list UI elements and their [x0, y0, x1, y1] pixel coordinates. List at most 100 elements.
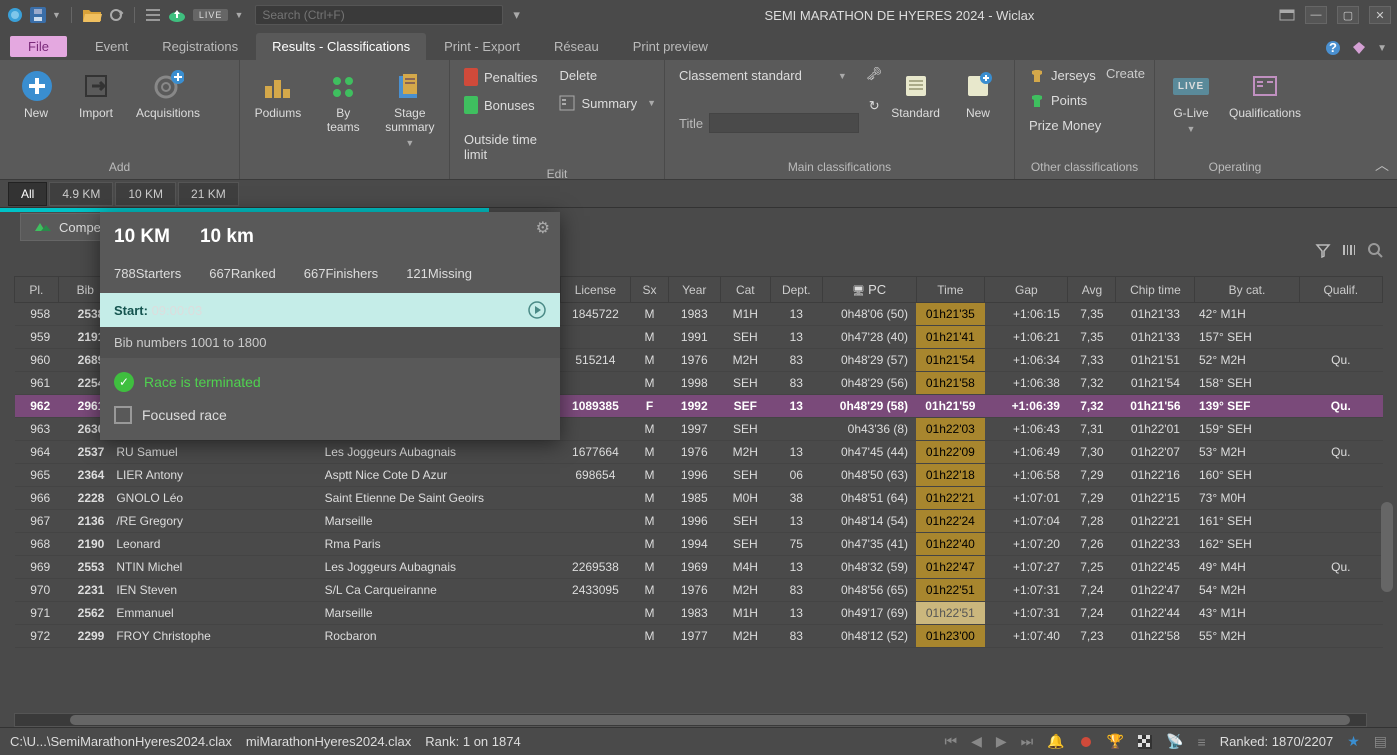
col-bycat[interactable]: By cat.: [1195, 277, 1299, 303]
import-button[interactable]: Import: [70, 66, 122, 124]
classement-dropdown[interactable]: Classement standard▼: [675, 66, 863, 85]
gear-icon[interactable]: ⚙: [536, 218, 550, 238]
list-icon[interactable]: [145, 7, 161, 23]
glive-button[interactable]: LIVE G-Live ▼: [1165, 66, 1217, 138]
col-avg[interactable]: Avg: [1068, 277, 1116, 303]
col-chip[interactable]: Chip time: [1116, 277, 1195, 303]
ribbon-toggle-icon[interactable]: [1279, 9, 1295, 21]
col-sx[interactable]: Sx: [631, 277, 668, 303]
table-row[interactable]: 9652364LIER AntonyAsptt Nice Cote D Azur…: [15, 464, 1383, 487]
horizontal-scrollbar[interactable]: [14, 713, 1367, 727]
table-row[interactable]: 9672136/RE GregoryMarseilleM1996SEH130h4…: [15, 510, 1383, 533]
bonuses-button[interactable]: Bonuses: [460, 94, 541, 116]
col-dept[interactable]: Dept.: [770, 277, 822, 303]
next-icon[interactable]: ▶: [996, 733, 1007, 750]
distance-4-9[interactable]: 4.9 KM: [49, 182, 113, 206]
chevron-down-icon[interactable]: ▼: [1377, 43, 1387, 54]
col-cat[interactable]: Cat: [720, 277, 770, 303]
table-row[interactable]: 9662228GNOLO LéoSaint Etienne De Saint G…: [15, 487, 1383, 510]
filter-icon[interactable]: [1315, 242, 1331, 258]
tab-print-export[interactable]: Print - Export: [428, 33, 536, 60]
minimize-button[interactable]: —: [1305, 6, 1327, 24]
focused-race-checkbox[interactable]: [114, 406, 132, 424]
col-time[interactable]: Time: [916, 277, 985, 303]
col-year[interactable]: Year: [668, 277, 720, 303]
jerseys-button[interactable]: Jerseys: [1025, 66, 1100, 85]
create-button[interactable]: Create: [1106, 66, 1145, 85]
close-button[interactable]: ✕: [1369, 6, 1391, 24]
start-time-row[interactable]: Start: 09:00:03: [100, 293, 560, 327]
col-gap[interactable]: Gap: [985, 277, 1068, 303]
col-license[interactable]: License: [560, 277, 631, 303]
dropdown-icon[interactable]: ▼: [52, 10, 61, 20]
col-pl[interactable]: Pl.: [15, 277, 59, 303]
distance-10[interactable]: 10 KM: [115, 182, 176, 206]
penalties-button[interactable]: Penalties: [460, 66, 541, 88]
collapse-ribbon-icon[interactable]: ︿: [1375, 155, 1389, 175]
lock-icon[interactable]: 🗝: [866, 66, 883, 82]
status-path: C:\U...\SemiMarathonHyeres2024.clax: [10, 734, 232, 749]
summary-button[interactable]: Summary▼: [555, 93, 660, 113]
status-file2: miMarathonHyeres2024.clax: [246, 734, 411, 749]
help-icon[interactable]: ?: [1325, 40, 1341, 56]
table-row[interactable]: 9712562EmmanuelMarseilleM1983M1H130h49'1…: [15, 602, 1383, 625]
table-row[interactable]: 9642537RU SamuelLes Joggeurs Aubagnais16…: [15, 441, 1383, 464]
podiums-button[interactable]: Podiums: [250, 66, 306, 124]
save-icon[interactable]: [30, 7, 46, 23]
popup-race-name: 10 km: [200, 226, 254, 248]
search-input[interactable]: [255, 5, 503, 25]
stage-summary-button[interactable]: Stage summary ▼: [381, 66, 439, 152]
status-more-icon[interactable]: ▤: [1374, 733, 1387, 750]
table-row[interactable]: 9692553NTIN MichelLes Joggeurs Aubagnais…: [15, 556, 1383, 579]
outside-time-button[interactable]: Outside time limit: [460, 130, 541, 164]
prize-money-button[interactable]: Prize Money: [1025, 116, 1105, 135]
prev-icon[interactable]: ◀: [971, 733, 982, 750]
col-pc[interactable]: 🖥 PC: [822, 277, 916, 303]
next-all-icon[interactable]: ⏭: [1021, 733, 1034, 750]
live-badge[interactable]: LIVE: [193, 9, 229, 21]
refresh-icon[interactable]: ↻: [869, 98, 880, 114]
chevron-down-icon[interactable]: ▾: [513, 7, 520, 23]
by-teams-button[interactable]: By teams: [314, 66, 373, 138]
group-label-add: Add: [10, 157, 229, 177]
tab-reseau[interactable]: Réseau: [538, 33, 615, 60]
delete-button[interactable]: Delete: [555, 66, 660, 85]
refresh-icon[interactable]: [108, 7, 124, 23]
barcode-icon[interactable]: [1341, 242, 1357, 258]
col-qualif[interactable]: Qualif.: [1299, 277, 1382, 303]
standard-button[interactable]: Standard: [885, 66, 946, 124]
title-input[interactable]: [709, 113, 859, 133]
play-icon[interactable]: [528, 301, 546, 319]
table-row[interactable]: 9722299FROY ChristopheRocbaronM1977M2H83…: [15, 625, 1383, 648]
star-icon[interactable]: ★: [1347, 733, 1360, 750]
antenna-icon[interactable]: 📡: [1166, 733, 1183, 750]
align-icon[interactable]: ≡: [1198, 734, 1206, 750]
red-dot-icon[interactable]: [1079, 735, 1093, 749]
table-row[interactable]: 9702231IEN StevenS/L Ca Carqueiranne2433…: [15, 579, 1383, 602]
bell-icon[interactable]: 🔔: [1047, 733, 1064, 750]
tab-print-preview[interactable]: Print preview: [617, 33, 724, 60]
tab-registrations[interactable]: Registrations: [146, 33, 254, 60]
trophy-icon[interactable]: 🏆: [1107, 733, 1124, 750]
acquisitions-button[interactable]: Acquisitions: [130, 66, 206, 124]
new-button[interactable]: New: [10, 66, 62, 124]
points-button[interactable]: Points: [1025, 91, 1091, 110]
finish-flag-icon[interactable]: [1138, 735, 1152, 749]
tab-results[interactable]: Results - Classifications: [256, 33, 426, 60]
diamond-icon[interactable]: [1351, 40, 1367, 56]
file-menu[interactable]: File: [10, 36, 67, 57]
distance-21[interactable]: 21 KM: [178, 182, 239, 206]
new-classification-button[interactable]: New: [952, 66, 1004, 124]
maximize-button[interactable]: ▢: [1337, 6, 1359, 24]
tab-event[interactable]: Event: [79, 33, 144, 60]
folder-open-icon[interactable]: [82, 7, 102, 23]
dropdown-icon[interactable]: ▼: [234, 10, 243, 20]
qualifications-button[interactable]: Qualifications: [1225, 66, 1305, 124]
search-icon[interactable]: [1367, 242, 1383, 258]
prev-all-icon[interactable]: ⏮: [944, 733, 957, 750]
race-terminated-label: Race is terminated: [144, 374, 261, 390]
distance-all[interactable]: All: [8, 182, 47, 206]
table-row[interactable]: 9682190LeonardRma ParisM1994SEH750h47'35…: [15, 533, 1383, 556]
vertical-scrollbar[interactable]: [1381, 502, 1393, 592]
cloud-upload-icon[interactable]: [167, 7, 187, 23]
